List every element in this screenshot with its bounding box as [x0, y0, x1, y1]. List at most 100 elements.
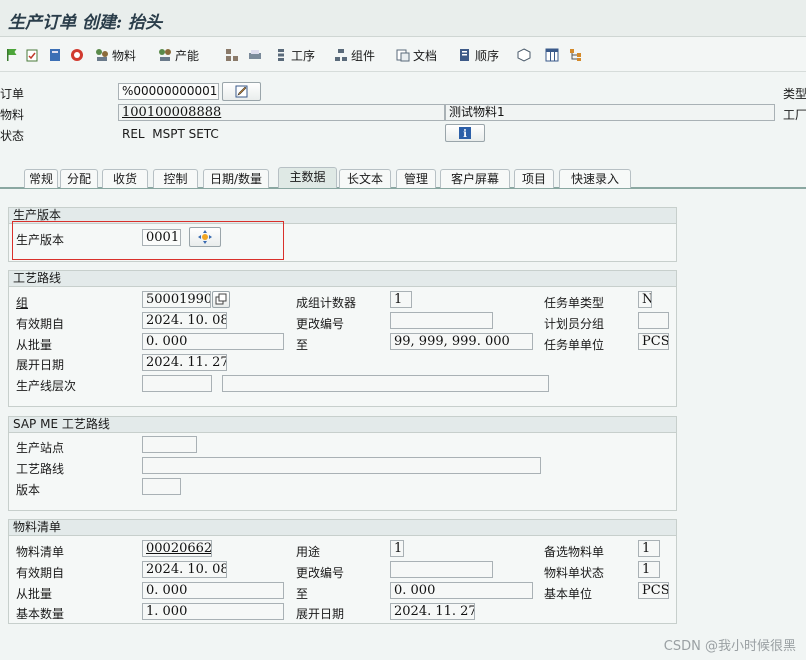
bom-status-label: 物料单状态: [544, 566, 605, 580]
tab-project[interactable]: 项目: [514, 169, 554, 188]
routing-valid-from-label: 有效期自: [16, 317, 65, 331]
task-type-field[interactable]: N: [638, 291, 652, 308]
bom-explode-date-label: 展开日期: [296, 607, 345, 621]
tab-control[interactable]: 控制: [153, 169, 198, 188]
tab-dates-quantities[interactable]: 日期/数量: [203, 169, 269, 188]
bom-status-field[interactable]: 1: [638, 561, 660, 578]
alt-bom-field[interactable]: 1: [638, 540, 660, 557]
hierarchy-icon[interactable]: [225, 46, 239, 64]
tab-goods-receipt[interactable]: 收货: [102, 169, 148, 188]
routing-change-no-field[interactable]: [390, 312, 493, 329]
alt-bom-label: 备选物料单: [544, 545, 605, 559]
bom-title: 物料清单: [9, 520, 676, 536]
bom-label: 物料清单: [16, 545, 65, 559]
tab-master-data[interactable]: 主数据: [278, 167, 337, 188]
lifebuoy-icon[interactable]: [70, 46, 84, 64]
bom-explode-date-field[interactable]: 2024. 11. 27: [390, 603, 475, 620]
sap-me-version-field[interactable]: [142, 478, 181, 495]
flag-icon[interactable]: [5, 46, 19, 64]
routing-explode-date-label: 展开日期: [16, 358, 65, 372]
routing-line-level-label: 生产线层次: [16, 379, 77, 393]
bom-change-no-field[interactable]: [390, 561, 493, 578]
material-label: 物料: [0, 108, 25, 122]
document-check-icon[interactable]: [26, 46, 40, 64]
operation-icon: [278, 49, 284, 61]
material-description: 测试物料1: [445, 104, 775, 121]
bom-usage-field[interactable]: 1: [390, 540, 404, 557]
bom-base-qty-label: 基本数量: [16, 607, 65, 621]
toolbar-material-button[interactable]: 物料: [95, 46, 136, 64]
toolbar-operation-button[interactable]: 工序: [274, 46, 315, 64]
routing-line-level-desc: [222, 375, 549, 392]
bom-from-lot-label: 从批量: [16, 587, 53, 601]
document-icon: [396, 49, 410, 62]
table-layout-icon[interactable]: [545, 46, 559, 64]
tab-administration[interactable]: 管理: [396, 169, 436, 188]
tab-assignment[interactable]: 分配: [60, 169, 98, 188]
routing-from-lot-label: 从批量: [16, 338, 53, 352]
routing-valid-from-field[interactable]: 2024. 10. 08: [142, 312, 227, 329]
routing-copy-button[interactable]: [212, 291, 230, 308]
base-unit-field[interactable]: PCS: [638, 582, 669, 599]
task-unit-field[interactable]: PCS: [638, 333, 669, 350]
type-label: 类型: [783, 87, 806, 101]
group-counter-field[interactable]: 1: [390, 291, 412, 308]
sap-me-routing-title: SAP ME 工艺路线: [9, 417, 676, 433]
routing-explode-date-field[interactable]: 2024. 11. 27: [142, 354, 227, 371]
sap-me-routing-field[interactable]: [142, 457, 541, 474]
sap-me-routing-label: 工艺路线: [16, 462, 65, 476]
bom-base-qty-field[interactable]: 1. 000: [142, 603, 284, 620]
routing-from-lot-field[interactable]: 0. 000: [142, 333, 284, 350]
routing-change-no-label: 更改编号: [296, 317, 345, 331]
sequence-icon: [460, 49, 469, 61]
calculator-icon[interactable]: [48, 46, 62, 64]
plant-label: 工厂: [783, 108, 806, 122]
info-icon: i: [459, 127, 471, 140]
page-title: 生产订单 创建: 抬头: [8, 13, 163, 33]
tab-general[interactable]: 常规: [24, 169, 58, 188]
routing-to-field[interactable]: 99, 999, 999. 000: [390, 333, 533, 350]
toolbar-capacity-button[interactable]: 产能: [158, 46, 199, 64]
bom-field[interactable]: 00020662: [142, 540, 212, 557]
toolbar-document-button[interactable]: 文档: [396, 46, 437, 64]
tab-customer-screen[interactable]: 客户屏幕: [440, 169, 510, 188]
pencil-edit-icon: [235, 85, 248, 98]
sap-me-station-field[interactable]: [142, 436, 197, 453]
order-field[interactable]: %00000000001: [118, 83, 219, 100]
tab-long-text[interactable]: 长文本: [339, 169, 391, 188]
order-label: 订单: [0, 87, 25, 101]
bom-valid-from-label: 有效期自: [16, 566, 65, 580]
planner-group-field[interactable]: [638, 312, 669, 329]
status-value: REL MSPT SETC: [122, 127, 219, 141]
tree-structure-icon[interactable]: [569, 46, 583, 64]
toolbar-component-button[interactable]: 组件: [334, 46, 375, 64]
bom-valid-from-field[interactable]: 2024. 10. 08: [142, 561, 227, 578]
bom-to-label: 至: [296, 587, 309, 601]
bom-to-field[interactable]: 0. 000: [390, 582, 533, 599]
routing-line-level-field[interactable]: [142, 375, 212, 392]
toolbar-sequence-button[interactable]: 顺序: [458, 46, 499, 64]
status-label: 状态: [0, 129, 25, 143]
sap-me-version-label: 版本: [16, 483, 41, 497]
printer-icon[interactable]: [248, 46, 262, 64]
bom-from-lot-field[interactable]: 0. 000: [142, 582, 284, 599]
status-info-button[interactable]: i: [445, 124, 485, 142]
routing-to-label: 至: [296, 338, 309, 352]
highlight-box: [12, 221, 284, 260]
task-type-label: 任务单类型: [544, 296, 605, 310]
cube-icon[interactable]: [517, 46, 531, 64]
tab-fast-entry[interactable]: 快速录入: [559, 169, 631, 188]
base-unit-label: 基本单位: [544, 587, 593, 601]
task-unit-label: 任务单单位: [544, 338, 605, 352]
copy-icon: [215, 293, 227, 305]
capacity-icon: [159, 49, 171, 61]
planner-group-label: 计划员分组: [544, 317, 605, 331]
component-icon: [335, 49, 347, 61]
material-field[interactable]: 100100008888: [118, 104, 445, 121]
routing-group-field[interactable]: 50001990: [142, 291, 211, 308]
edit-order-button[interactable]: [222, 82, 261, 101]
bom-change-no-label: 更改编号: [296, 566, 345, 580]
application-toolbar: 物料 产能 工序 组件 文档 顺序: [0, 37, 806, 72]
group-counter-label: 成组计数器: [296, 296, 357, 310]
watermark: CSDN @我小时候很黑: [663, 639, 796, 654]
